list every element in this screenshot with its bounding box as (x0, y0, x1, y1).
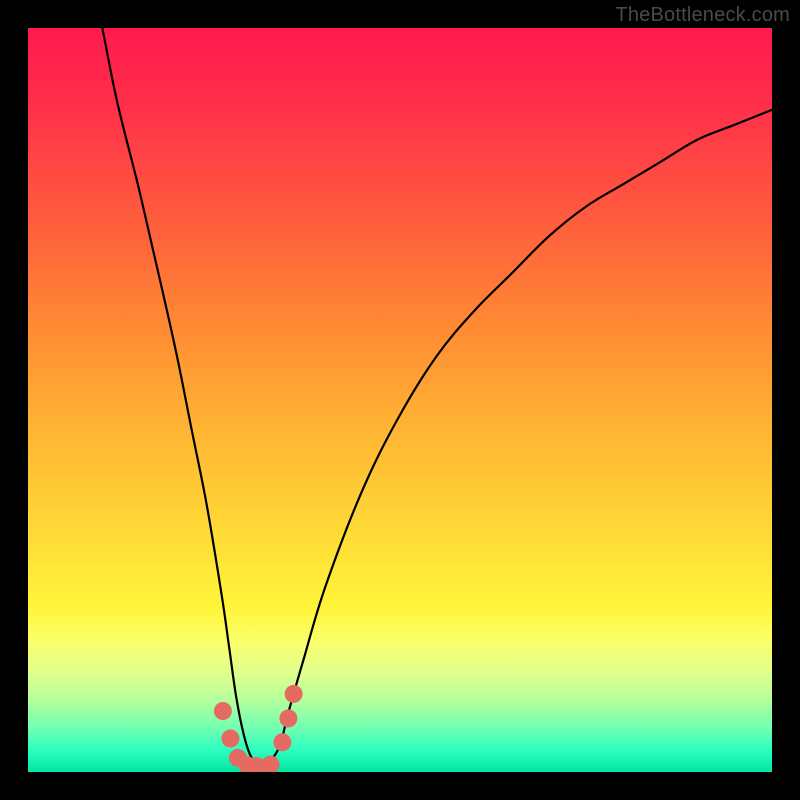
bottleneck-chart (28, 28, 772, 772)
marker-dot (221, 730, 239, 748)
marker-dot (279, 709, 297, 727)
watermark-text: TheBottleneck.com (615, 4, 790, 27)
marker-dot (285, 685, 303, 703)
chart-background (28, 28, 772, 772)
chart-frame (28, 28, 772, 772)
marker-dot (214, 702, 232, 720)
marker-dot (273, 733, 291, 751)
